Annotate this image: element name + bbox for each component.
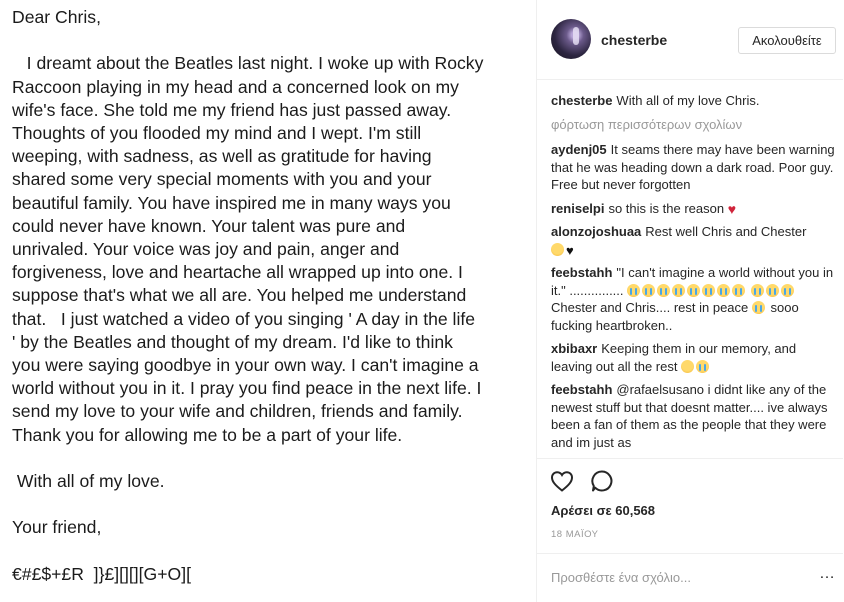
comment-item: reniselpi so this is the reason ♥ — [551, 200, 836, 218]
post-date: 18 ΜΑΪΟΥ — [551, 529, 599, 540]
crying-face-emoji-icon — [750, 283, 764, 297]
crying-face-emoji-icon — [657, 283, 671, 297]
crying-face-emoji-icon — [627, 283, 641, 297]
load-more-comments-link[interactable]: φόρτωση περισσότερων σχολίων — [551, 116, 836, 134]
crying-face-emoji-icon — [672, 283, 686, 297]
crying-face-emoji-icon — [687, 283, 701, 297]
comment-item: feebstahh @rafaelsusano i didnt like any … — [551, 381, 836, 451]
comment-item: xbibaxr Keeping them in our memory, and l… — [551, 340, 836, 375]
avatar[interactable] — [551, 19, 591, 59]
letter-text: Dear Chris, I dreamt about the Beatles l… — [12, 7, 484, 584]
heart-outline-icon[interactable] — [549, 468, 575, 494]
black-heart-emoji-icon: ♥ — [566, 242, 574, 258]
add-comment-input[interactable] — [551, 567, 801, 587]
following-button[interactable]: Ακολουθείτε — [738, 27, 836, 54]
post-actions: Αρέσει σε 60,568 18 ΜΑΪΟΥ — [537, 458, 843, 558]
post-header: chesterbe Ακολουθείτε — [537, 0, 843, 80]
comment-username[interactable]: xbibaxr — [551, 341, 597, 356]
crying-face-emoji-icon — [751, 301, 765, 314]
crying-face-emoji-icon — [702, 283, 716, 297]
crying-face-emoji-icon — [732, 283, 746, 297]
caption-text: With all of my love Chris. — [616, 93, 760, 108]
comment-text-continued: Chester and Chris.... rest in peace — [551, 300, 749, 315]
comment-item: aydenj05 It seams there may have been war… — [551, 141, 836, 194]
comment-username[interactable]: reniselpi — [551, 201, 604, 216]
comment-text: Rest well Chris and Chester — [645, 224, 807, 239]
crying-face-emoji-icon — [642, 283, 656, 297]
sad-face-emoji-icon — [681, 359, 695, 373]
crying-face-emoji-icon — [780, 283, 794, 297]
crying-face-emoji-icon — [765, 283, 779, 297]
comments-list: chesterbe With all of my love Chris. φόρτ… — [551, 92, 836, 458]
more-options-icon[interactable]: … — [819, 566, 835, 584]
crying-face-emoji-icon — [717, 283, 731, 297]
comment-username[interactable]: feebstahh — [551, 382, 612, 397]
comment-username[interactable]: aydenj05 — [551, 142, 607, 157]
comment-item: alonzojoshuaa Rest well Chris and Chester… — [551, 223, 836, 258]
red-heart-emoji-icon: ♥ — [727, 200, 737, 217]
comments-pane: chesterbe Ακολουθείτε chesterbe With all … — [537, 0, 843, 602]
sad-face-emoji-icon — [551, 242, 564, 256]
caption-username[interactable]: chesterbe — [551, 93, 612, 108]
caption: chesterbe With all of my love Chris. — [551, 92, 836, 110]
comment-username[interactable]: alonzojoshuaa — [551, 224, 641, 239]
comment-text: so this is the reason — [608, 200, 725, 216]
comment-item: feebstahh "I can't imagine a world withou… — [551, 264, 836, 334]
letter-image: Dear Chris, I dreamt about the Beatles l… — [0, 0, 536, 602]
comment-bubble-icon[interactable] — [589, 468, 615, 494]
comment-username[interactable]: feebstahh — [551, 265, 612, 280]
crying-face-emoji-icon — [696, 359, 710, 373]
post-username[interactable]: chesterbe — [601, 32, 667, 48]
add-comment-bar: … — [537, 553, 843, 602]
likes-count[interactable]: Αρέσει σε 60,568 — [551, 503, 655, 518]
